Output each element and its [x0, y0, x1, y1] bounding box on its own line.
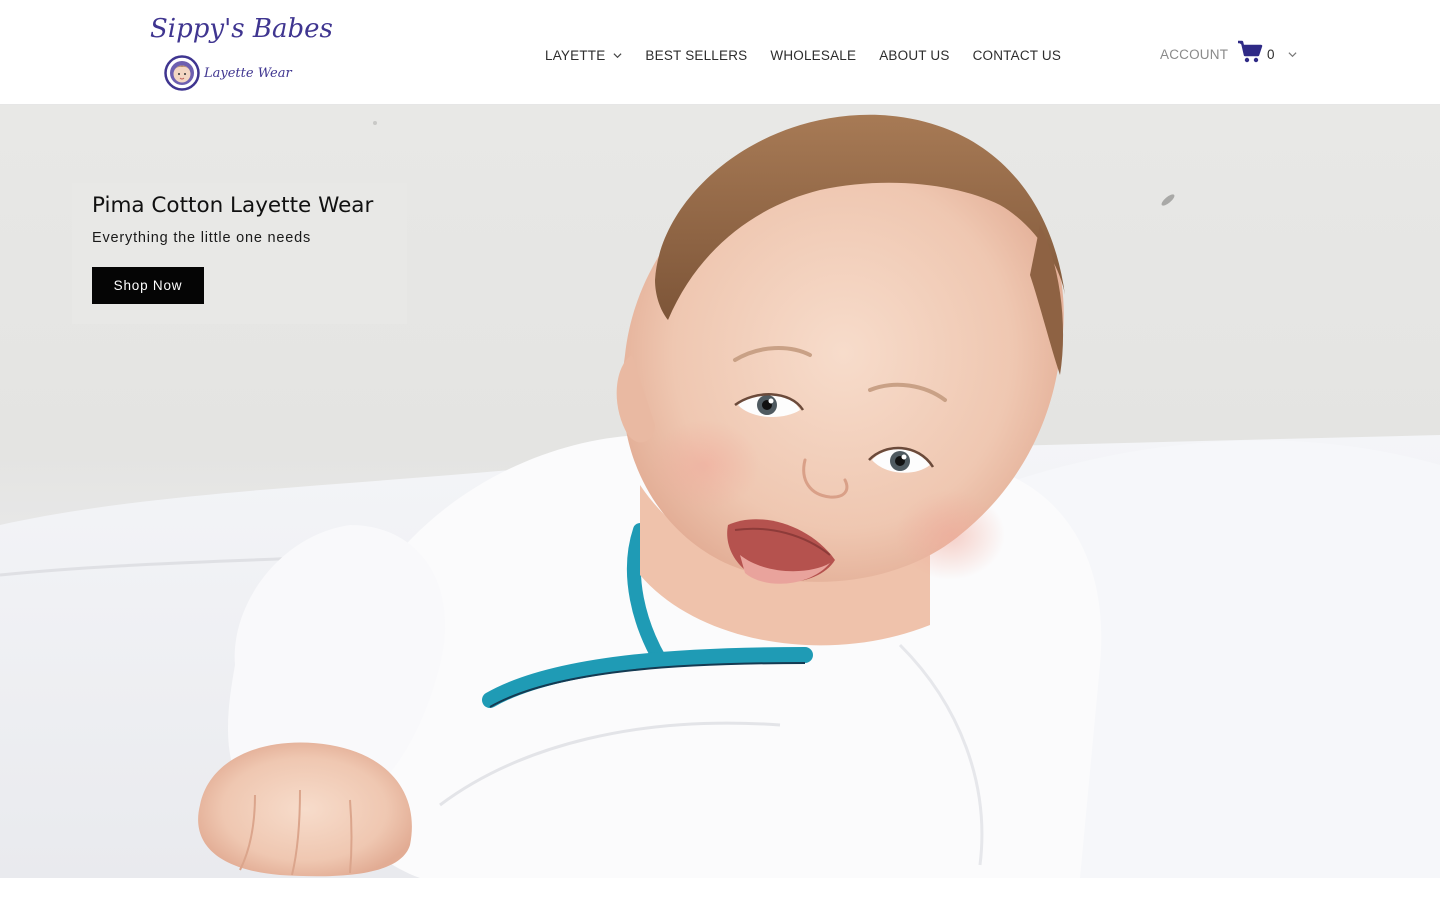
chevron-down-icon — [613, 52, 622, 58]
account-link[interactable]: ACCOUNT — [1160, 47, 1228, 62]
nav-item-label: CONTACT US — [972, 47, 1062, 63]
nav-item-label: ABOUT US — [879, 47, 950, 63]
hero-subtitle: Everything the little one needs — [92, 230, 312, 246]
main-navigation: LAYETTE BEST SELLERS WHOLESALE ABOUT US … — [545, 46, 1084, 64]
hero-banner: Pima Cotton Layette Wear Everything the … — [0, 105, 1440, 878]
nav-item-layette[interactable]: LAYETTE — [545, 48, 622, 63]
shop-now-button[interactable]: Shop Now — [92, 267, 204, 304]
logo-title: Sippy's Babes — [150, 14, 333, 44]
page-below-hero — [0, 878, 1440, 900]
nav-item-label: BEST SELLERS — [645, 47, 748, 63]
hero-title: Pima Cotton Layette Wear — [92, 193, 374, 218]
nav-item-best-sellers[interactable]: BEST SELLERS — [645, 48, 747, 63]
nav-item-wholesale[interactable]: WHOLESALE — [770, 48, 856, 63]
site-header: Sippy's Babes Layette Wear LAYETTE BEST … — [0, 0, 1440, 105]
logo-subtitle: Layette Wear — [204, 66, 292, 81]
baby-face-icon — [164, 55, 200, 91]
shopping-cart-icon[interactable] — [1237, 40, 1263, 64]
brand-logo[interactable]: Sippy's Babes Layette Wear — [148, 12, 333, 94]
nav-item-label: LAYETTE — [545, 47, 606, 63]
cart-count: 0 — [1267, 47, 1275, 62]
hero-caption-card: Pima Cotton Layette Wear Everything the … — [72, 183, 407, 324]
nav-item-label: WHOLESALE — [770, 47, 857, 63]
chevron-down-icon[interactable] — [1288, 50, 1297, 59]
nav-item-about-us[interactable]: ABOUT US — [879, 48, 949, 63]
nav-item-contact-us[interactable]: CONTACT US — [973, 48, 1062, 63]
